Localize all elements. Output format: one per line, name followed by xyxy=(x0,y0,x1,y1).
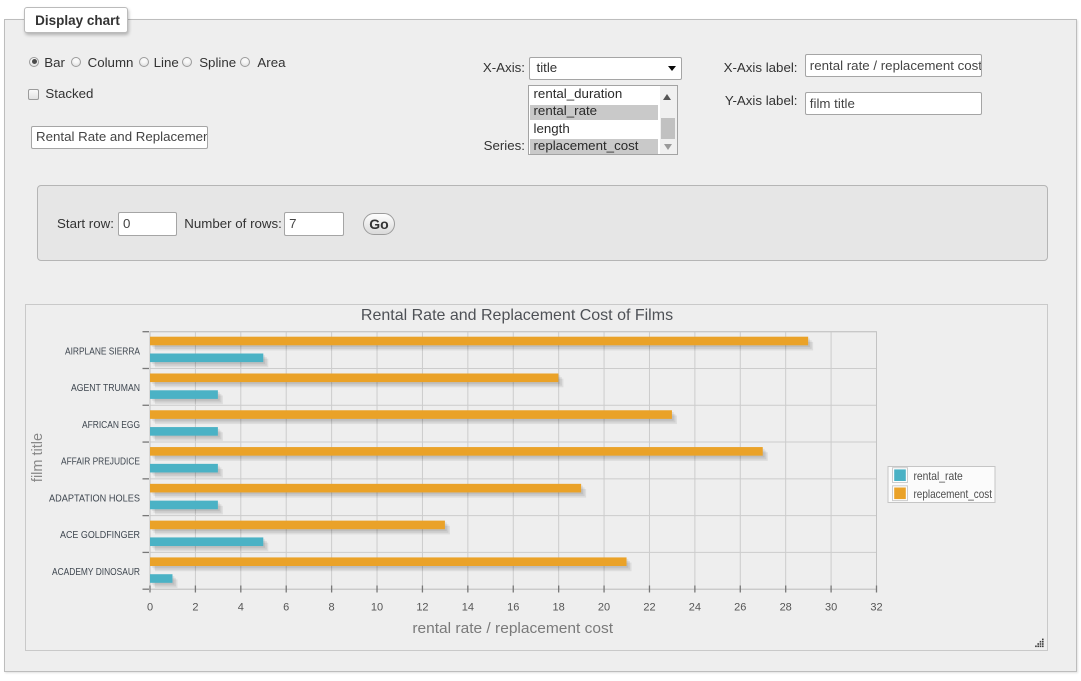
svg-text:Rental Rate and Replacement Co: Rental Rate and Replacement Cost of Film… xyxy=(361,307,673,324)
svg-text:20: 20 xyxy=(598,602,610,614)
svg-text:ADAPTATION HOLES: ADAPTATION HOLES xyxy=(49,493,140,504)
svg-text:AIRPLANE SIERRA: AIRPLANE SIERRA xyxy=(65,346,140,357)
svg-text:ACE GOLDFINGER: ACE GOLDFINGER xyxy=(60,530,140,541)
svg-text:10: 10 xyxy=(371,602,383,614)
svg-text:rental_rate: rental_rate xyxy=(914,470,963,483)
svg-text:replacement_cost: replacement_cost xyxy=(914,488,993,501)
svg-text:14: 14 xyxy=(462,602,474,614)
svg-text:AGENT TRUMAN: AGENT TRUMAN xyxy=(71,383,140,394)
svg-text:18: 18 xyxy=(553,602,565,614)
svg-text:22: 22 xyxy=(643,602,655,614)
svg-text:rental rate / replacement cost: rental rate / replacement cost xyxy=(412,620,614,637)
svg-text:0: 0 xyxy=(147,602,153,614)
svg-text:2: 2 xyxy=(192,602,198,614)
svg-text:ACADEMY DINOSAUR: ACADEMY DINOSAUR xyxy=(52,567,140,578)
svg-text:12: 12 xyxy=(416,602,428,614)
svg-text:30: 30 xyxy=(825,602,837,614)
svg-text:4: 4 xyxy=(238,602,244,614)
svg-text:film title: film title xyxy=(30,433,46,482)
svg-text:26: 26 xyxy=(734,602,746,614)
svg-text:6: 6 xyxy=(283,602,289,614)
svg-text:16: 16 xyxy=(507,602,519,614)
svg-text:24: 24 xyxy=(689,602,701,614)
svg-text:AFFAIR PREJUDICE: AFFAIR PREJUDICE xyxy=(61,457,140,468)
svg-text:28: 28 xyxy=(780,602,792,614)
svg-text:32: 32 xyxy=(870,602,882,614)
svg-text:AFRICAN EGG: AFRICAN EGG xyxy=(82,420,140,431)
svg-text:8: 8 xyxy=(329,602,335,614)
